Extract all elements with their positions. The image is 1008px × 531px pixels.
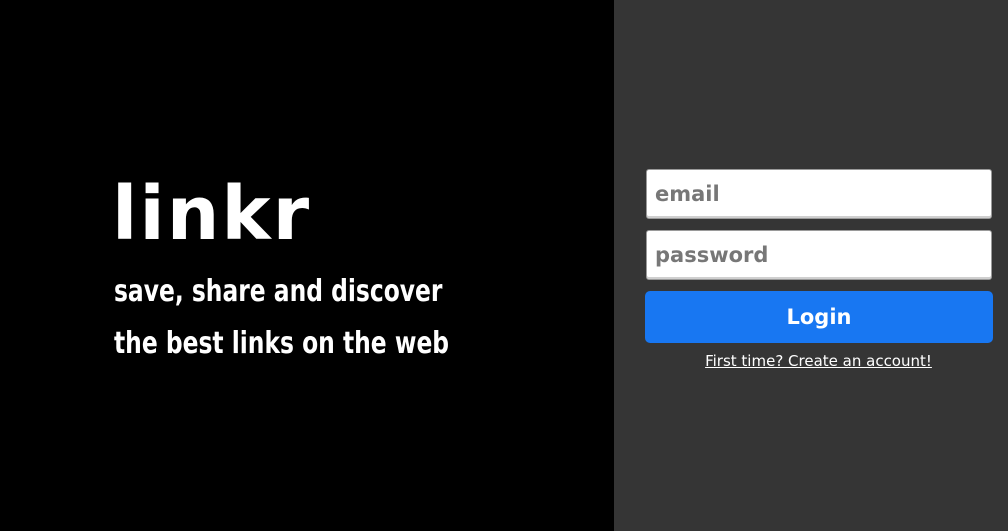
- create-account-link[interactable]: First time? Create an account!: [645, 352, 992, 370]
- brand-logo: linkr: [112, 171, 312, 257]
- email-field[interactable]: [646, 169, 992, 219]
- login-form: Login First time? Create an account!: [645, 169, 993, 370]
- tagline: save, share and discover the best links …: [114, 266, 449, 370]
- login-page: linkr save, share and discover the best …: [0, 0, 1008, 531]
- login-button[interactable]: Login: [645, 291, 993, 343]
- tagline-line-2: the best links on the web: [114, 326, 450, 361]
- tagline-line-1: save, share and discover: [114, 274, 443, 309]
- password-field[interactable]: [646, 230, 992, 280]
- login-panel: Login First time? Create an account!: [614, 0, 1008, 531]
- hero-section: linkr save, share and discover the best …: [0, 0, 614, 531]
